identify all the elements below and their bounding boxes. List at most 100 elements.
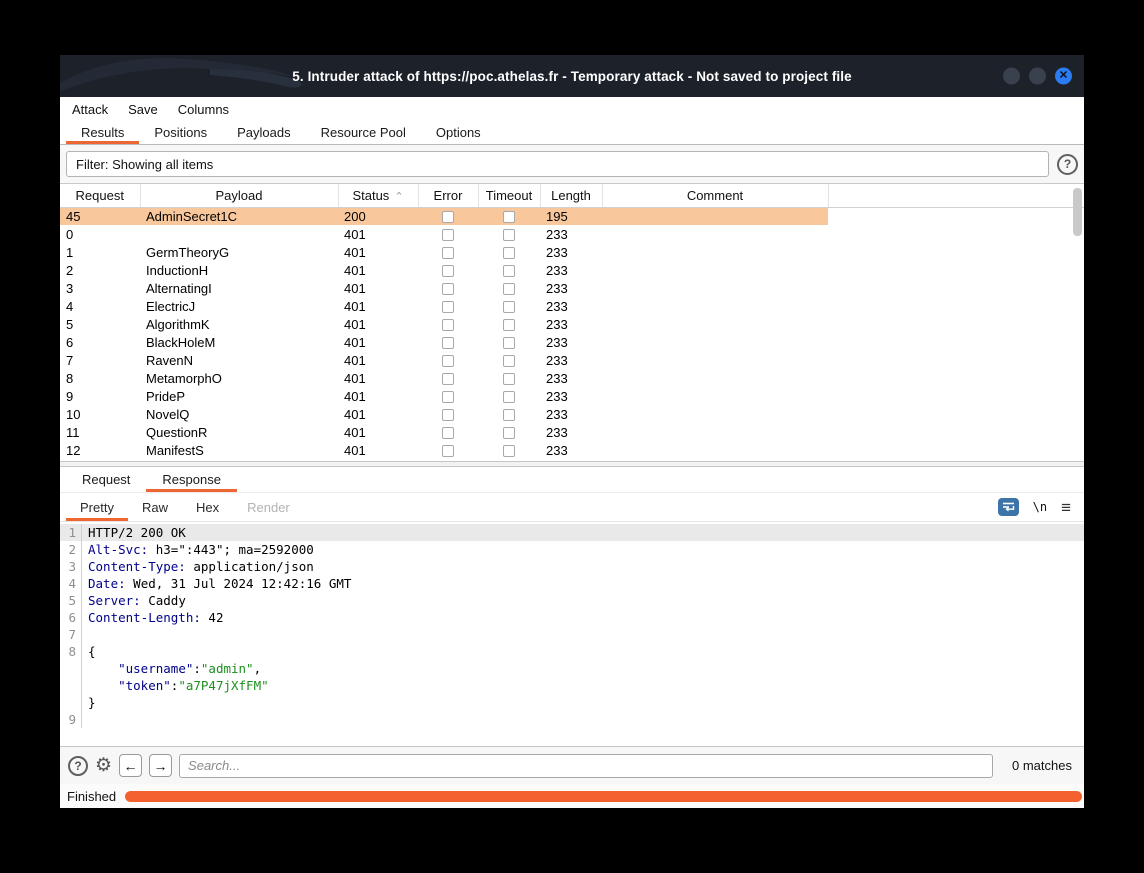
table-row[interactable]: 2InductionH401233 — [60, 261, 1084, 279]
search-input[interactable] — [179, 754, 993, 778]
table-row[interactable]: 7RavenN401233 — [60, 351, 1084, 369]
table-row[interactable]: 11QuestionR401233 — [60, 423, 1084, 441]
table-row[interactable]: 45AdminSecret1C200195 — [60, 207, 1084, 225]
tab-request[interactable]: Request — [66, 467, 146, 492]
search-settings-gear-icon[interactable]: ⚙ — [95, 756, 112, 775]
timeout-checkbox[interactable] — [503, 373, 515, 385]
response-editor[interactable]: 1HTTP/2 200 OK2Alt-Svc: h3=":443"; ma=25… — [60, 521, 1084, 746]
attack-progress-bar — [125, 791, 1082, 802]
menu-item-columns[interactable]: Columns — [168, 102, 239, 117]
view-tab-hex[interactable]: Hex — [182, 493, 233, 521]
tab-positions[interactable]: Positions — [139, 121, 222, 144]
editor-toolbar-icons: \n ≡ — [998, 498, 1071, 516]
cell-filler — [828, 423, 1084, 441]
menu-item-attack[interactable]: Attack — [62, 102, 118, 117]
table-row[interactable]: 8MetamorphO401233 — [60, 369, 1084, 387]
view-tab-raw[interactable]: Raw — [128, 493, 182, 521]
tab-payloads[interactable]: Payloads — [222, 121, 305, 144]
table-row[interactable]: 3AlternatingI401233 — [60, 279, 1084, 297]
search-help-icon[interactable]: ? — [68, 756, 88, 776]
line-number: 6 — [60, 609, 82, 626]
error-checkbox[interactable] — [442, 265, 454, 277]
table-row[interactable]: 6BlackHoleM401233 — [60, 333, 1084, 351]
error-checkbox[interactable] — [442, 337, 454, 349]
tab-resource-pool[interactable]: Resource Pool — [306, 121, 421, 144]
cell-payload: QuestionR — [140, 423, 338, 441]
cell-payload: PrideP — [140, 387, 338, 405]
cell-status: 401 — [338, 261, 418, 279]
minimize-button[interactable] — [1003, 68, 1020, 85]
cell-length: 233 — [540, 243, 602, 261]
editor-menu-icon[interactable]: ≡ — [1061, 499, 1071, 516]
column-header-length[interactable]: Length — [540, 184, 602, 207]
menu-bar: AttackSaveColumns — [60, 97, 1084, 121]
timeout-checkbox[interactable] — [503, 409, 515, 421]
error-checkbox[interactable] — [442, 445, 454, 457]
cell-payload: AlternatingI — [140, 279, 338, 297]
error-checkbox[interactable] — [442, 409, 454, 421]
code-line: 5Server: Caddy — [60, 592, 1084, 609]
timeout-checkbox[interactable] — [503, 283, 515, 295]
error-checkbox[interactable] — [442, 283, 454, 295]
line-number: 2 — [60, 541, 82, 558]
timeout-checkbox[interactable] — [503, 391, 515, 403]
cell-length: 233 — [540, 333, 602, 351]
timeout-checkbox[interactable] — [503, 445, 515, 457]
menu-item-save[interactable]: Save — [118, 102, 168, 117]
view-tab-render[interactable]: Render — [233, 493, 304, 521]
view-tab-pretty[interactable]: Pretty — [66, 493, 128, 521]
filter-input[interactable]: Filter: Showing all items — [66, 151, 1049, 177]
error-checkbox[interactable] — [442, 319, 454, 331]
cell-status: 401 — [338, 279, 418, 297]
timeout-checkbox[interactable] — [503, 337, 515, 349]
cell-request: 3 — [60, 279, 140, 297]
error-checkbox[interactable] — [442, 247, 454, 259]
search-previous-button[interactable]: ← — [119, 754, 142, 777]
cell-filler — [828, 243, 1084, 261]
table-row[interactable]: 10NovelQ401233 — [60, 405, 1084, 423]
column-header-comment[interactable]: Comment — [602, 184, 828, 207]
tab-results[interactable]: Results — [66, 121, 139, 144]
error-checkbox[interactable] — [442, 211, 454, 223]
error-checkbox[interactable] — [442, 427, 454, 439]
error-checkbox[interactable] — [442, 391, 454, 403]
vertical-scrollbar-thumb[interactable] — [1073, 188, 1082, 236]
timeout-checkbox[interactable] — [503, 229, 515, 241]
timeout-checkbox[interactable] — [503, 301, 515, 313]
search-next-button[interactable]: → — [149, 754, 172, 777]
error-checkbox[interactable] — [442, 355, 454, 367]
code-line: 7 — [60, 626, 1084, 643]
timeout-checkbox[interactable] — [503, 319, 515, 331]
timeout-checkbox[interactable] — [503, 427, 515, 439]
table-row[interactable]: 12ManifestS401233 — [60, 441, 1084, 459]
timeout-checkbox[interactable] — [503, 355, 515, 367]
table-row[interactable]: 5AlgorithmK401233 — [60, 315, 1084, 333]
column-header-payload[interactable]: Payload — [140, 184, 338, 207]
column-header-request[interactable]: Request — [60, 184, 140, 207]
table-row[interactable]: 9PrideP401233 — [60, 387, 1084, 405]
maximize-button[interactable] — [1029, 68, 1046, 85]
timeout-checkbox[interactable] — [503, 211, 515, 223]
view-mode-tab-bar: PrettyRawHexRender \n ≡ — [60, 493, 1084, 521]
column-header-timeout[interactable]: Timeout — [478, 184, 540, 207]
line-number: 7 — [60, 626, 82, 643]
timeout-checkbox[interactable] — [503, 265, 515, 277]
timeout-checkbox[interactable] — [503, 247, 515, 259]
error-checkbox[interactable] — [442, 373, 454, 385]
newline-toggle-icon[interactable]: \n — [1033, 500, 1047, 514]
table-row[interactable]: 4ElectricJ401233 — [60, 297, 1084, 315]
pretty-print-toggle-button[interactable] — [998, 498, 1019, 516]
line-number — [60, 677, 82, 694]
filter-help-icon[interactable]: ? — [1057, 154, 1078, 175]
tab-response[interactable]: Response — [146, 467, 237, 492]
table-row[interactable]: 1GermTheoryG401233 — [60, 243, 1084, 261]
close-button[interactable]: ✕ — [1055, 68, 1072, 85]
results-table: RequestPayloadStatus⌃ErrorTimeoutLengthC… — [60, 184, 1084, 459]
column-header-status[interactable]: Status⌃ — [338, 184, 418, 207]
error-checkbox[interactable] — [442, 301, 454, 313]
error-checkbox[interactable] — [442, 229, 454, 241]
table-row[interactable]: 0401233 — [60, 225, 1084, 243]
line-number — [60, 660, 82, 677]
tab-options[interactable]: Options — [421, 121, 496, 144]
column-header-error[interactable]: Error — [418, 184, 478, 207]
